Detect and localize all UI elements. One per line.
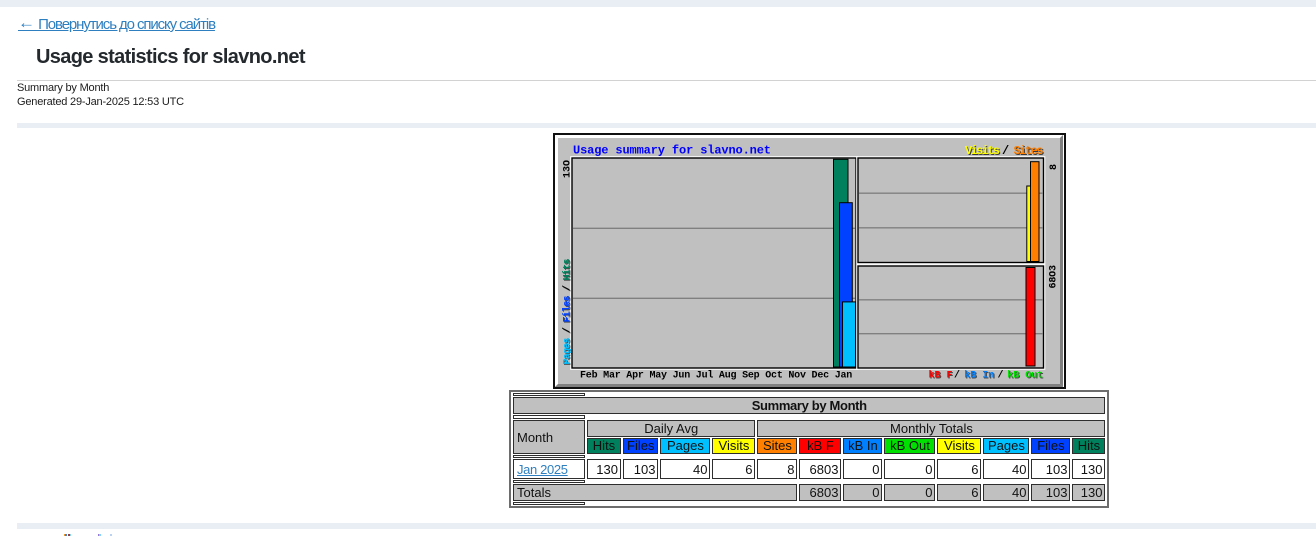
svg-text:Pages / Files / Hits: Pages / Files / Hits <box>561 259 573 365</box>
svg-text:68O3: 68O3 <box>1049 265 1060 289</box>
svg-text:/: / <box>1002 144 1009 158</box>
svg-text:kB Out: kB Out <box>1007 370 1043 382</box>
svg-text:8: 8 <box>1049 164 1060 170</box>
svg-text:13O: 13O <box>563 160 574 178</box>
svg-text:Feb Mar Apr May Jun Jul Aug Se: Feb Mar Apr May Jun Jul Aug Sep Oct Nov … <box>580 370 852 382</box>
svg-text:/: / <box>954 370 960 382</box>
svg-text:/: / <box>998 370 1004 382</box>
svg-text:kB F: kB F <box>929 370 953 382</box>
svg-text:Visits: Visits <box>965 144 1000 158</box>
svg-text:kB In: kB In <box>964 370 994 382</box>
svg-text:Usage summary for slavno.net: Usage summary for slavno.net <box>573 144 771 158</box>
svg-text:Sites: Sites <box>1014 144 1044 158</box>
